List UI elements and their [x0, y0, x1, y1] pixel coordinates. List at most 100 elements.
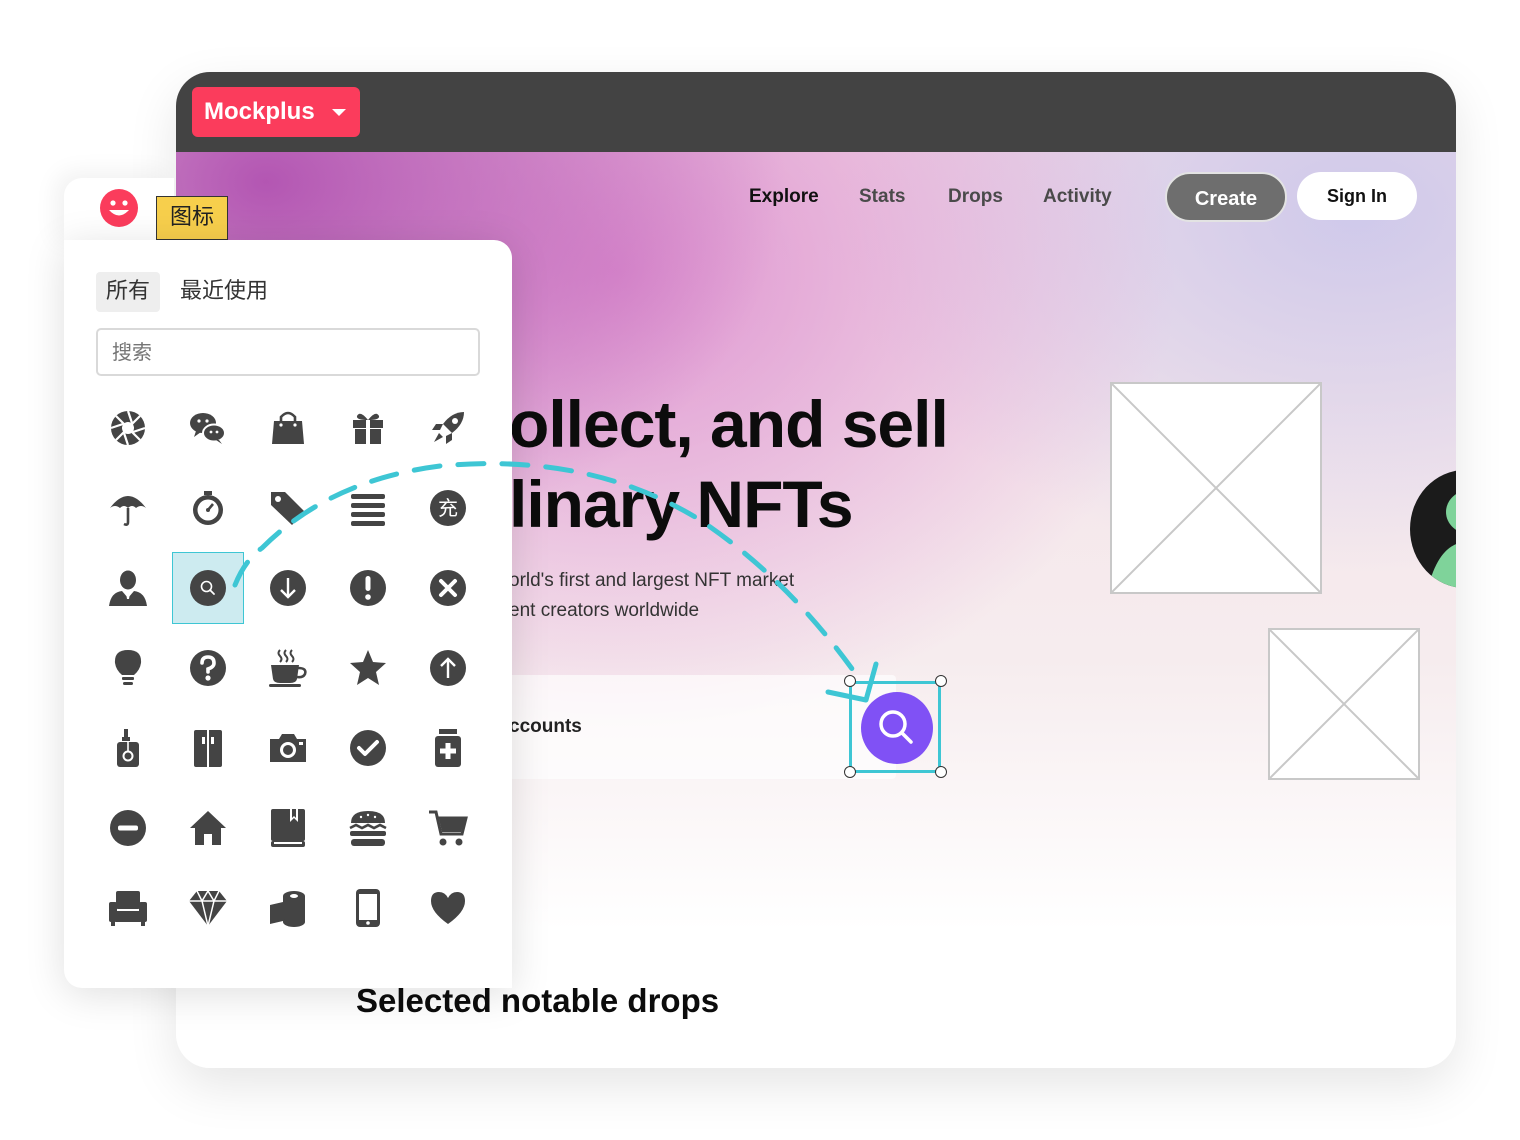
icon-cell[interactable] [168, 868, 248, 948]
icon-cell[interactable] [88, 708, 168, 788]
icon-cell[interactable]: 充 [408, 468, 488, 548]
tab-recent[interactable]: 最近使用 [170, 272, 278, 312]
icon-search-input[interactable] [96, 328, 480, 376]
exclamation-circle-icon [350, 570, 386, 606]
nav-stats[interactable]: Stats [859, 186, 905, 208]
book-icon [271, 809, 305, 847]
icon-cell[interactable] [328, 548, 408, 628]
icon-cell[interactable] [88, 468, 168, 548]
rocket-icon [432, 412, 464, 444]
icon-cell[interactable] [328, 468, 408, 548]
charge-icon: 充 [430, 490, 466, 526]
icon-cell[interactable] [248, 388, 328, 468]
stopwatch-icon [193, 491, 223, 525]
armchair-icon [109, 891, 147, 926]
icon-cell[interactable] [408, 868, 488, 948]
hero-subtitle: orld's first and largest NFT market ent … [509, 566, 794, 626]
nav-drops[interactable]: Drops [948, 186, 1003, 208]
heart-icon [431, 892, 465, 924]
umbrella-icon [110, 496, 146, 526]
icon-cell[interactable] [328, 628, 408, 708]
icon-cell[interactable] [248, 788, 328, 868]
placeholder-cross-icon [1111, 383, 1321, 593]
nav-activity[interactable]: Activity [1043, 186, 1112, 208]
smiley-face-icon [109, 200, 129, 216]
home-icon [190, 811, 226, 845]
sign-in-button[interactable]: Sign In [1297, 172, 1417, 220]
arrow-down-circle-icon [270, 570, 306, 606]
resize-handle-bottom-left[interactable] [844, 766, 856, 778]
toilet-roll-icon [270, 891, 305, 927]
icon-cell[interactable] [408, 708, 488, 788]
toolbar: Mockplus [176, 72, 1456, 152]
icon-cell[interactable] [88, 548, 168, 628]
avatar [1410, 470, 1456, 588]
icon-grid: 充 [88, 388, 488, 948]
placeholder-cross-icon [1269, 629, 1419, 779]
image-placeholder [1268, 628, 1420, 780]
icon-cell[interactable] [168, 708, 248, 788]
lightbulb-icon [114, 650, 142, 685]
icon-cell[interactable] [408, 548, 488, 628]
list-icon [351, 494, 385, 526]
cart-icon [429, 810, 468, 846]
tag-icon [271, 492, 305, 525]
camera-icon [270, 734, 306, 762]
icon-cell[interactable] [408, 388, 488, 468]
minus-circle-icon [110, 810, 146, 846]
bottle-icon [117, 729, 139, 767]
icon-cell[interactable] [408, 788, 488, 868]
icon-cell[interactable] [168, 628, 248, 708]
wechat-icon [190, 413, 226, 444]
icon-cell[interactable] [248, 628, 328, 708]
brand-menu-button[interactable]: Mockplus [192, 87, 360, 137]
icon-cell-selected[interactable] [172, 552, 244, 624]
medicine-icon [435, 729, 461, 767]
hero-subtitle-line-2: ent creators worldwide [509, 600, 700, 621]
selection-box[interactable] [849, 681, 941, 773]
question-circle-icon [190, 650, 226, 686]
nav-explore[interactable]: Explore [749, 186, 819, 208]
resize-handle-top-left[interactable] [844, 675, 856, 687]
coffee-icon [269, 649, 307, 687]
icon-cell[interactable] [328, 708, 408, 788]
icon-cell[interactable] [168, 388, 248, 468]
gift-icon [353, 413, 383, 444]
resize-handle-top-right[interactable] [935, 675, 947, 687]
image-placeholder [1110, 382, 1322, 594]
star-icon [350, 650, 386, 685]
icon-cell[interactable] [168, 468, 248, 548]
icon-cell[interactable] [328, 388, 408, 468]
close-circle-icon [430, 570, 466, 606]
icon-panel: 所有 最近使用 充 [64, 240, 512, 988]
phone-icon [356, 889, 380, 927]
shopping-bag-icon [272, 411, 304, 444]
icon-cell[interactable] [248, 868, 328, 948]
icon-cell[interactable] [328, 788, 408, 868]
aperture-icon [110, 410, 146, 446]
icon-tag-label: 图标 [156, 196, 228, 240]
icon-cell[interactable] [88, 788, 168, 868]
icon-cell[interactable] [408, 628, 488, 708]
diamond-icon [189, 889, 227, 927]
hero-title-line-2: linary NFTs [509, 467, 854, 541]
icon-cell[interactable] [168, 788, 248, 868]
resize-handle-bottom-right[interactable] [935, 766, 947, 778]
check-circle-icon [350, 730, 386, 766]
icon-cell[interactable] [328, 868, 408, 948]
hero-subtitle-line-1: orld's first and largest NFT market [509, 570, 795, 591]
tab-all[interactable]: 所有 [96, 272, 161, 312]
hero-search-text: ccounts [509, 716, 582, 737]
icon-cell[interactable] [248, 468, 328, 548]
smiley-icon[interactable] [100, 189, 138, 227]
brand-label: Mockplus [204, 98, 315, 125]
avatar-figure-icon [1428, 494, 1456, 588]
icon-cell[interactable] [248, 548, 328, 628]
icon-cell[interactable] [248, 708, 328, 788]
user-icon [109, 570, 147, 606]
create-button[interactable]: Create [1165, 172, 1287, 222]
burger-icon [349, 811, 387, 846]
icon-cell[interactable] [88, 628, 168, 708]
icon-cell[interactable] [88, 868, 168, 948]
icon-cell[interactable] [88, 388, 168, 468]
